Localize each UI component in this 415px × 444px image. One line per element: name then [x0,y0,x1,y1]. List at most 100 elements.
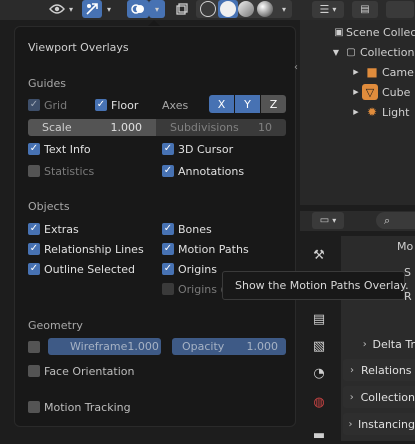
chevron-right-icon: › [348,418,353,430]
chevron-right-icon: › [349,391,354,403]
object-tab-icon[interactable]: ▬ [310,426,328,444]
gizmo-icon[interactable] [82,0,102,18]
check-icon: ✓ [28,243,40,255]
gizmo-dropdown-icon[interactable]: ▾ [104,0,114,18]
panel-instancing[interactable]: › Instancing [343,413,415,435]
statistics-checkbox[interactable]: Statistics [28,163,94,179]
properties-icon: ▭ [319,215,330,226]
text-info-checkbox[interactable]: ✓ Text Info [28,141,91,157]
text-info-label: Text Info [44,142,91,156]
bones-label: Bones [178,222,212,236]
face-orientation-checkbox[interactable]: Face Orientation [28,363,134,379]
sidebar-toggle-icon[interactable]: ‹ [294,62,298,73]
wireframe-shading-icon[interactable] [200,1,216,17]
properties-search[interactable]: ⌕ [376,212,415,229]
subdivisions-value: 10 [258,121,272,134]
output-tab-icon[interactable]: ▧ [310,337,328,355]
origins-label: Origins [178,262,217,276]
grid-subdivisions-field[interactable]: Subdivisions 10 [156,119,286,136]
checkbox-empty-icon [28,165,40,177]
panel-label: Instancing [357,417,415,431]
shading-dropdown-icon[interactable]: ▾ [278,0,290,18]
disclosure-right-icon[interactable]: ▶ [350,68,362,76]
scale-label: Scale [42,121,72,134]
mesh-icon: ▽ [362,84,378,100]
editor-type-button[interactable]: ☰ ▾ [312,1,344,18]
solid-shading-icon[interactable] [220,1,236,17]
chevron-down-icon: ▾ [332,5,337,14]
disclosure-down-icon[interactable]: ▼ [330,48,342,57]
chevron-right-icon: › [362,338,367,350]
outliner-scene-collection[interactable]: ▣ Scene Collect [332,22,415,42]
grid-scale-field[interactable]: Scale 1.000 [28,119,156,136]
display-mode-button[interactable] [386,1,414,18]
visibility-icon[interactable] [48,0,66,18]
rendered-shading-icon[interactable] [257,1,273,17]
chevron-right-icon: › [350,364,354,376]
outliner-item-cube[interactable]: ▶ ▽ Cube [350,82,410,102]
floor-checkbox[interactable]: ✓ Floor [95,97,138,113]
material-shading-icon[interactable] [238,1,254,17]
overlays-dropdown-icon[interactable]: ▾ [149,0,165,18]
properties-header: ▭ ▾ ⌕ [300,211,415,231]
wireframe-opacity-field[interactable]: Opacity 1.000 [172,338,286,355]
guides-heading: Guides [28,77,67,90]
camera-icon: ■ [366,65,378,79]
overlays-icon[interactable] [127,0,149,18]
chevron-down-icon: ▾ [332,216,337,225]
bones-checkbox[interactable]: ✓ Bones [162,221,212,237]
xray-icon[interactable] [174,0,190,18]
world-tab-icon[interactable]: ◍ [310,393,328,411]
properties-tabs: ⚒ ▤ ▧ ◔ ◍ ▬ [300,236,338,444]
motion-paths-tooltip: Show the Motion Paths Overlay. [222,271,409,300]
grid-label: Grid [44,98,68,112]
scene-collection-icon: ▣ [334,26,344,38]
motion-tracking-label: Motion Tracking [44,400,131,414]
check-icon: ✓ [28,143,40,155]
grid-checkbox[interactable]: ✓ Grid [28,97,67,113]
outliner-collection[interactable]: ▼ ▢ Collection [330,42,415,62]
visibility-dropdown-icon[interactable]: ▾ [66,0,76,18]
wireframe-threshold-field[interactable]: Wireframe 1.000 [48,338,161,355]
panel-label: Relations [361,363,412,377]
extras-checkbox[interactable]: ✓ Extras [28,221,79,237]
opacity-value: 1.000 [246,340,279,353]
objects-heading: Objects [28,200,70,213]
cube-label: Cube [382,85,411,99]
motion-tracking-checkbox[interactable]: Motion Tracking [28,399,131,415]
panel-label: Delta Tr [372,337,415,351]
properties-editor-type-button[interactable]: ▭ ▾ [312,212,344,229]
outliner-item-camera[interactable]: ▶ ■ Came [350,62,414,82]
relationship-lines-label: Relationship Lines [44,242,144,256]
check-icon: ✓ [95,99,107,111]
cursor-3d-label: 3D Cursor [178,142,234,156]
relationship-lines-checkbox[interactable]: ✓ Relationship Lines [28,241,144,257]
check-icon: ✓ [28,99,40,111]
checkbox-empty-icon [162,283,174,295]
tool-tab-icon[interactable]: ⚒ [310,246,328,264]
filter-icon: ▤ [360,4,370,15]
floor-label: Floor [111,98,139,112]
scene-tab-icon[interactable]: ◔ [310,364,328,382]
disclosure-right-icon[interactable]: ▶ [350,88,362,96]
annotations-checkbox[interactable]: ✓ Annotations [162,163,244,179]
checkbox-empty-icon [28,365,40,377]
cursor-3d-checkbox[interactable]: ✓ 3D Cursor [162,141,233,157]
render-tab-icon[interactable]: ▤ [310,310,328,328]
panel-delta-transform[interactable]: › Delta Tr [343,333,415,355]
wireframe-checkbox[interactable] [28,339,44,355]
panel-collections[interactable]: › Collection [343,386,415,408]
panel-relations[interactable]: › Relations [343,359,415,381]
collection-label: Collection [360,45,415,59]
motion-paths-checkbox[interactable]: ✓ Motion Paths [162,241,249,257]
axis-x-toggle[interactable]: X [209,95,234,113]
axis-y-toggle[interactable]: Y [235,95,260,113]
outline-selected-checkbox[interactable]: ✓ Outline Selected [28,261,135,277]
disclosure-right-icon[interactable]: ▶ [350,108,362,116]
outliner-item-light[interactable]: ▶ ✹ Light [350,102,409,122]
origins-checkbox[interactable]: ✓ Origins [162,261,217,277]
outliner-header: ☰ ▾ ▤ [300,0,415,20]
collection-icon: ▢ [346,46,356,58]
filter-button[interactable]: ▤ [352,1,378,18]
axis-z-toggle[interactable]: Z [261,95,286,113]
